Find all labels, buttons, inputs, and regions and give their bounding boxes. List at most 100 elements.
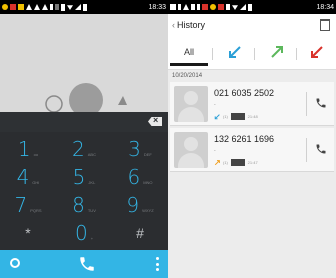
item-divider — [306, 138, 307, 162]
key-digit: 8 — [72, 193, 85, 217]
key-digit: 7 — [14, 193, 28, 217]
battery-icon — [61, 3, 65, 11]
tab-divider — [254, 48, 255, 60]
date-header: 10/20/2014 — [172, 73, 203, 79]
outgoing-call-icon — [214, 159, 220, 165]
key-digit: 1 — [17, 137, 31, 161]
notification-icon — [170, 4, 176, 10]
avatar[interactable] — [174, 132, 208, 168]
status-bar: 18:34 — [168, 0, 336, 14]
status-bar: 18:33 — [0, 0, 168, 14]
tab-all[interactable]: All — [170, 40, 208, 66]
sim-slot: (1) — [223, 114, 228, 119]
sim-slot: (1) — [223, 160, 228, 165]
key-9[interactable]: 9 WXYZ — [112, 192, 168, 218]
screenshot-root: 18:33 1oo 2ABC 3DEF 4GHI 5JKL 6MNO 7PQRS… — [0, 0, 336, 278]
key-hash[interactable]: # — [112, 220, 168, 246]
speed-dial-icon[interactable] — [10, 258, 20, 268]
dial-input[interactable] — [0, 112, 168, 132]
sim-badge — [230, 159, 245, 166]
key-digit: 4 — [16, 165, 30, 189]
page-title: History — [177, 20, 206, 30]
usb-icon — [178, 4, 181, 10]
warning-icon — [42, 4, 48, 10]
signal-icon — [240, 4, 246, 10]
tab-divider — [296, 48, 297, 60]
tab-divider — [212, 48, 213, 60]
notification-icon — [210, 4, 216, 10]
usb-icon — [197, 4, 200, 10]
status-icons — [2, 3, 87, 11]
history-screen: 18:34 ‹ History All 10/20/2014 021 6035 … — [168, 0, 336, 278]
key-star[interactable]: * — [0, 220, 56, 246]
status-icons — [170, 3, 252, 11]
avatar[interactable] — [174, 86, 208, 122]
favorite-tab-icon[interactable] — [118, 96, 127, 105]
recent-tab-icon[interactable] — [45, 95, 63, 113]
signal-icon — [75, 4, 81, 10]
item-divider — [306, 92, 307, 116]
dialpad: 1 oo 2 ABC 3 DEF 4 GHI 5 JKL 6 MNO 7 PQRS 8 TUV … — [0, 132, 168, 250]
overflow-menu-icon[interactable] — [156, 257, 159, 271]
key-0[interactable]: 0 + — [56, 220, 112, 246]
call-meta: (1) 21:47 — [214, 159, 258, 166]
key-5[interactable]: 5 JKL — [56, 164, 112, 190]
dial-action-bar — [0, 250, 168, 278]
dialer-screen: 18:33 1oo 2ABC 3DEF 4GHI 5JKL 6MNO 7PQRS… — [0, 0, 168, 278]
key-digit: * — [25, 225, 31, 241]
clear-history-icon[interactable] — [320, 19, 330, 31]
notification-icon — [2, 4, 8, 10]
history-header: ‹ History — [168, 14, 336, 36]
tab-outgoing-icon[interactable] — [262, 40, 292, 66]
back-icon[interactable]: ‹ — [172, 20, 175, 30]
call-number: 132 6261 1696 — [214, 134, 275, 144]
call-filter-tabs: All — [168, 36, 336, 70]
call-log-item[interactable]: 132 6261 1696 - (1) 21:47 — [170, 128, 334, 172]
wifi-icon — [67, 5, 73, 10]
call-back-phone-icon[interactable] — [315, 97, 327, 109]
usb-icon — [50, 4, 53, 10]
call-time: 21:48 — [247, 114, 258, 119]
key-digit: 2 — [72, 137, 85, 161]
key-7[interactable]: 7 PQRS — [0, 192, 56, 218]
key-digit: # — [136, 225, 144, 241]
dialer-tab-icons — [45, 83, 127, 117]
call-back-phone-icon[interactable] — [315, 143, 327, 155]
notification-icon — [218, 4, 224, 10]
warning-icon — [183, 4, 189, 10]
backspace-icon[interactable] — [148, 117, 162, 126]
key-8[interactable]: 8 TUV — [56, 192, 112, 218]
call-subtext: - — [214, 148, 216, 154]
warning-icon — [26, 4, 32, 10]
notification-icon — [18, 4, 24, 10]
call-meta: (1) 21:48 — [214, 113, 258, 120]
call-log-item[interactable]: 021 6035 2502 - (1) 21:48 — [170, 82, 334, 126]
key-digit: 3 — [128, 137, 141, 161]
key-3[interactable]: 3 DEF — [112, 136, 168, 162]
notification-icon — [10, 4, 16, 10]
tab-incoming-icon[interactable] — [220, 40, 250, 66]
notification-icon — [55, 4, 59, 10]
call-button-phone-icon[interactable] — [78, 255, 96, 273]
key-1[interactable]: 1 oo — [0, 136, 56, 162]
dialer-contact-area — [0, 14, 168, 117]
notification-icon — [202, 4, 208, 10]
key-digit: 6 — [127, 165, 141, 189]
key-2[interactable]: 2 ABC — [56, 136, 112, 162]
call-time: 21:47 — [247, 160, 258, 165]
notification-icon — [191, 4, 195, 10]
call-subtext: - — [214, 102, 216, 108]
warning-icon — [34, 4, 40, 10]
key-4[interactable]: 4 GHI — [0, 164, 56, 190]
battery-icon — [83, 3, 87, 11]
key-6[interactable]: 6 MNO — [112, 164, 168, 190]
key-digit: 9 — [126, 193, 140, 217]
tab-missed-icon[interactable] — [302, 40, 332, 66]
wifi-icon — [232, 5, 238, 10]
key-digit: 0 — [74, 221, 88, 245]
sim-badge — [230, 113, 245, 120]
contact-avatar-icon — [69, 83, 103, 117]
status-time: 18:33 — [148, 3, 166, 11]
battery-icon — [248, 3, 252, 11]
incoming-call-icon — [214, 113, 220, 119]
